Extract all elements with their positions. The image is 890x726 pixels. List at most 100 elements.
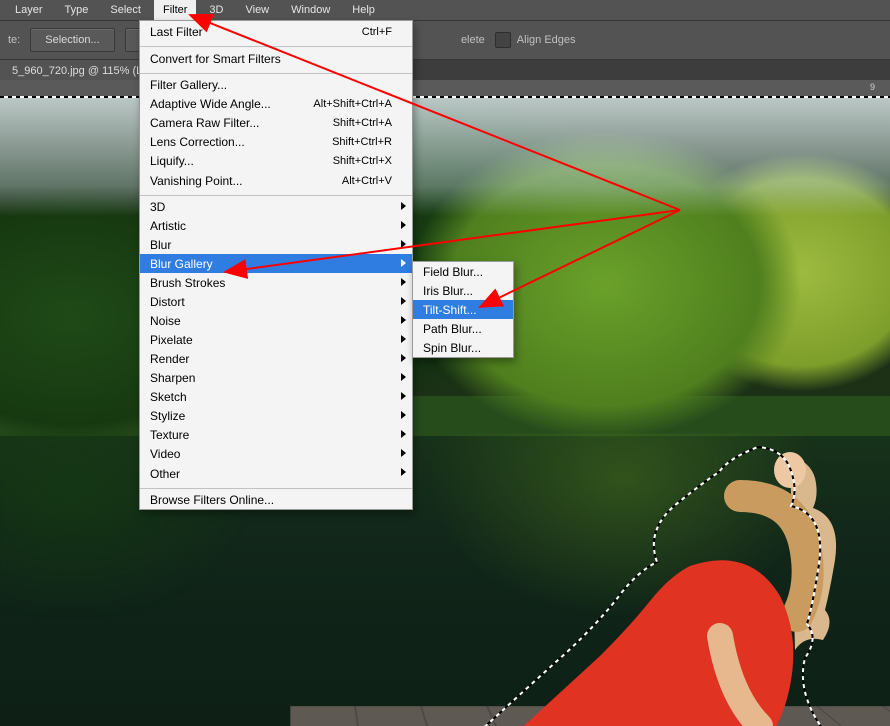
submenu-item[interactable]: Iris Blur...: [413, 281, 513, 300]
menu-filter[interactable]: Filter: [154, 0, 196, 20]
filter-menu-item[interactable]: Convert for Smart Filters: [140, 48, 412, 74]
menu-help[interactable]: Help: [343, 0, 384, 20]
menu-layer[interactable]: Layer: [6, 0, 52, 20]
filter-menu-item[interactable]: Liquify... Shift+Ctrl+X: [140, 151, 412, 170]
blur-gallery-submenu: Field Blur... Iris Blur... Tilt-Shift... Pa…: [412, 261, 514, 358]
submenu-arrow-icon: [401, 316, 406, 324]
submenu-item[interactable]: Field Blur...: [413, 262, 513, 281]
align-edges-checkbox[interactable]: [495, 32, 511, 48]
align-edges-group[interactable]: Align Edges: [495, 32, 576, 48]
menu-item-label: Filter Gallery...: [150, 78, 227, 92]
submenu-arrow-icon: [401, 449, 406, 457]
filter-menu-item[interactable]: 3D: [140, 197, 412, 216]
photo-reflection: [0, 434, 890, 726]
submenu-arrow-icon: [401, 278, 406, 286]
menu-item-label: 3D: [150, 200, 165, 214]
menu-item-label: Iris Blur...: [423, 284, 473, 298]
filter-menu-item[interactable]: Blur Gallery: [140, 254, 412, 273]
filter-menu-item[interactable]: Video: [140, 444, 412, 463]
menu-item-shortcut: Alt+Shift+Ctrl+A: [313, 98, 392, 110]
filter-menu-item[interactable]: Artistic: [140, 216, 412, 235]
document-tab-row: 5_960_720.jpg @ 115% (La: [0, 60, 890, 82]
menu-item-shortcut: Shift+Ctrl+X: [333, 155, 392, 167]
submenu-arrow-icon: [401, 259, 406, 267]
menu-item-label: Pixelate: [150, 333, 193, 347]
filter-menu-item[interactable]: Last Filter Ctrl+F: [140, 21, 412, 47]
menu-item-label: Camera Raw Filter...: [150, 116, 259, 130]
menu-item-label: Blur: [150, 238, 171, 252]
menu-item-label: Adaptive Wide Angle...: [150, 97, 271, 111]
menu-item-label: Path Blur...: [423, 322, 482, 336]
align-edges-label: Align Edges: [517, 34, 576, 46]
menu-select[interactable]: Select: [101, 0, 150, 20]
submenu-arrow-icon: [401, 221, 406, 229]
filter-menu-item[interactable]: Sharpen: [140, 368, 412, 387]
filter-menu-item[interactable]: Vanishing Point... Alt+Ctrl+V: [140, 170, 412, 196]
menu-item-shortcut: Shift+Ctrl+A: [333, 117, 392, 129]
submenu-arrow-icon: [401, 240, 406, 248]
submenu-arrow-icon: [401, 411, 406, 419]
menu-item-label: Blur Gallery: [150, 257, 213, 271]
submenu-arrow-icon: [401, 354, 406, 362]
filter-menu-item[interactable]: Filter Gallery...: [140, 75, 412, 94]
submenu-item[interactable]: Spin Blur...: [413, 338, 513, 357]
menu-item-label: Vanishing Point...: [150, 174, 243, 188]
filter-menu-item[interactable]: Blur: [140, 235, 412, 254]
submenu-arrow-icon: [401, 335, 406, 343]
menu-type[interactable]: Type: [56, 0, 98, 20]
menu-bar: Layer Type Select Filter 3D View Window …: [0, 0, 890, 20]
menu-view[interactable]: View: [236, 0, 278, 20]
filter-menu-item[interactable]: Adaptive Wide Angle... Alt+Shift+Ctrl+A: [140, 94, 412, 113]
submenu-item[interactable]: Path Blur...: [413, 319, 513, 338]
submenu-item[interactable]: Tilt-Shift...: [413, 300, 513, 319]
document-tab[interactable]: 5_960_720.jpg @ 115% (La: [0, 60, 161, 82]
menu-window[interactable]: Window: [282, 0, 339, 20]
photo-dock: [290, 706, 890, 726]
filter-menu-item[interactable]: Brush Strokes: [140, 273, 412, 292]
filter-menu-item[interactable]: Stylize: [140, 406, 412, 425]
options-label-fragment: te:: [8, 34, 20, 46]
menu-item-label: Distort: [150, 295, 185, 309]
filter-menu-item[interactable]: Camera Raw Filter... Shift+Ctrl+A: [140, 113, 412, 132]
menu-item-label: Noise: [150, 314, 181, 328]
filter-menu-item[interactable]: Distort: [140, 292, 412, 311]
menu-item-shortcut: Ctrl+F: [362, 26, 392, 38]
menu-item-label: Tilt-Shift...: [423, 303, 477, 317]
menu-item-label: Video: [150, 447, 180, 461]
filter-menu-dropdown: Last Filter Ctrl+F Convert for Smart Filte…: [139, 20, 413, 510]
menu-item-label: Artistic: [150, 219, 186, 233]
selection-button[interactable]: Selection...: [30, 28, 114, 52]
ruler-horizontal: 9: [0, 80, 890, 97]
menu-item-label: Other: [150, 467, 180, 481]
filter-menu-item[interactable]: Lens Correction...Shift+Ctrl+R: [140, 132, 412, 151]
menu-item-label: Sketch: [150, 390, 187, 404]
menu-item-shortcut: Alt+Ctrl+V: [342, 175, 392, 187]
menu-item-label: Browse Filters Online...: [150, 493, 274, 507]
submenu-arrow-icon: [401, 468, 406, 476]
canvas[interactable]: [0, 96, 890, 726]
filter-menu-item[interactable]: Pixelate: [140, 330, 412, 349]
menu-item-label: Sharpen: [150, 371, 195, 385]
menu-3d[interactable]: 3D: [200, 0, 232, 20]
filter-menu-item[interactable]: Browse Filters Online...: [140, 490, 412, 509]
options-delete-fragment: elete: [461, 34, 485, 46]
filter-menu-item[interactable]: Sketch: [140, 387, 412, 406]
filter-menu-item[interactable]: Texture: [140, 425, 412, 444]
menu-item-label: Texture: [150, 428, 189, 442]
filter-menu-item[interactable]: Other: [140, 463, 412, 489]
submenu-arrow-icon: [401, 430, 406, 438]
menu-item-label: Liquify...: [150, 154, 194, 168]
workspace: 9: [0, 80, 890, 726]
submenu-arrow-icon: [401, 392, 406, 400]
submenu-arrow-icon: [401, 202, 406, 210]
menu-item-label: Field Blur...: [423, 265, 483, 279]
filter-menu-item[interactable]: Noise: [140, 311, 412, 330]
menu-item-label: Render: [150, 352, 189, 366]
menu-item-label: Stylize: [150, 409, 185, 423]
filter-menu-item[interactable]: Render: [140, 349, 412, 368]
submenu-arrow-icon: [401, 373, 406, 381]
menu-item-label: Brush Strokes: [150, 276, 225, 290]
menu-item-label: Last Filter: [150, 25, 203, 39]
options-bar: te: Selection... Mask elete Align Edges: [0, 20, 890, 60]
menu-item-shortcut: Shift+Ctrl+R: [332, 136, 392, 148]
